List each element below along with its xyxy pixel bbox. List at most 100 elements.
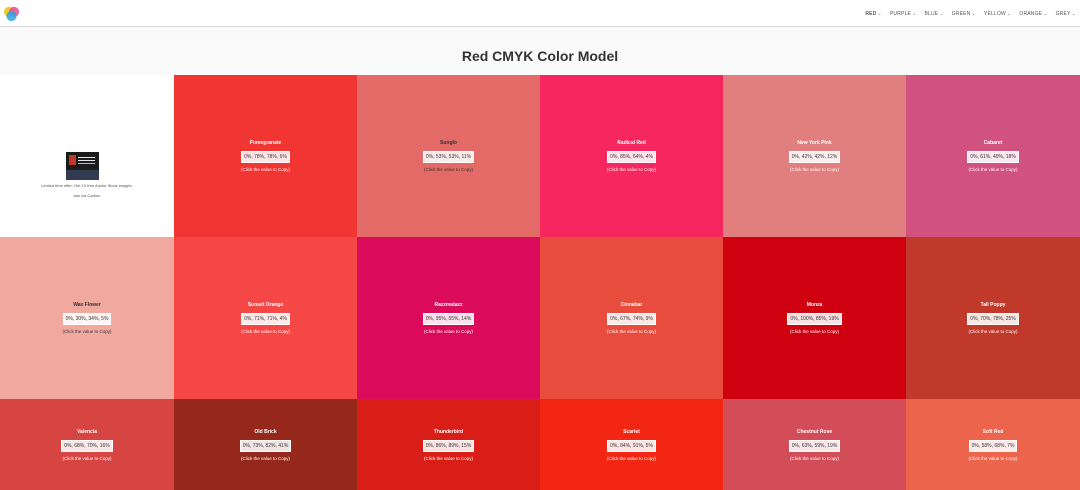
swatch-content: Wax Flower 0%, 30%, 34%, 5% (Click the val… [0, 302, 174, 334]
copy-hint: (Click the value to Copy) [606, 167, 657, 172]
color-swatch-monza[interactable]: Monza 0%, 100%, 85%, 19% (Click the value … [723, 237, 906, 399]
copy-hint: (Click the value to Copy) [968, 167, 1018, 172]
copy-hint: (Click the value to Copy) [606, 329, 657, 334]
swatch-content: Monza 0%, 100%, 85%, 19% (Click the value … [723, 302, 906, 334]
color-name: Cinnabar [620, 302, 643, 308]
cmyk-value-button[interactable]: 0%, 73%, 82%, 41% [239, 439, 292, 452]
swatch-content: Sunset Orange 0%, 71%, 71%, 4% (Click the … [174, 302, 357, 334]
color-swatch-chestnut-rose[interactable]: Chestnut Rose 0%, 63%, 59%, 19% (Click the… [723, 399, 906, 490]
color-name: Cabaret [983, 140, 1003, 146]
color-swatch-razzmatazz[interactable]: Razzmatazz 0%, 95%, 55%, 14% (Click the va… [357, 237, 540, 399]
nav-item-label: ORANGE [1019, 10, 1043, 17]
copy-hint: (Click the value to Copy) [240, 455, 291, 461]
cmyk-value-button[interactable]: 0%, 30%, 34%, 5% [62, 313, 112, 325]
swatch-content: Chestnut Rose 0%, 63%, 59%, 19% (Click the… [723, 429, 906, 461]
color-swatch-tall-poppy[interactable]: Tall Poppy 0%, 70%, 78%, 25% (Click the va… [906, 237, 1080, 399]
color-swatch-cinnabar[interactable]: Cinnabar 0%, 67%, 74%, 9% (Click the value… [540, 237, 723, 399]
cmyk-value-button[interactable]: 0%, 58%, 68%, 7% [968, 439, 1018, 452]
cmyk-value-button[interactable]: 0%, 84%, 91%, 5% [607, 439, 656, 452]
copy-hint: (Click the value to Copy) [789, 455, 840, 461]
nav-item-yellow[interactable]: YELLOW ⌄ [984, 11, 1011, 17]
site-logo-icon[interactable] [3, 5, 20, 22]
color-name: Wax Flower [73, 302, 101, 308]
copy-hint: (Click the value to Copy) [62, 329, 112, 334]
chevron-down-icon: ⌄ [971, 10, 976, 17]
nav-item-grey[interactable]: GREY ⌄ [1056, 11, 1076, 17]
cmyk-value-button[interactable]: 0%, 78%, 78%, 6% [241, 151, 290, 163]
cmyk-value-button[interactable]: 0%, 63%, 59%, 19% [788, 439, 841, 452]
swatch-content: Soft Red 0%, 58%, 68%, 7% (Click the value… [906, 429, 1080, 461]
color-name: New York Pink [797, 140, 832, 146]
copy-hint: (Click the value to Copy) [423, 329, 474, 334]
color-swatch-sunglo[interactable]: Sunglo 0%, 53%, 53%, 11% (Click the value … [357, 75, 540, 237]
copy-hint: (Click the value to Copy) [606, 455, 657, 461]
color-swatch-thunderbird[interactable]: Thunderbird 0%, 86%, 89%, 15% (Click the v… [357, 399, 540, 490]
color-name: Chestnut Rose [796, 428, 833, 435]
cmyk-value-button[interactable]: 0%, 100%, 85%, 19% [787, 313, 842, 325]
ad-attribution-link[interactable]: ads via Carbon [0, 193, 174, 198]
swatch-content: Cinnabar 0%, 67%, 74%, 9% (Click the value… [540, 302, 723, 334]
cmyk-value-button[interactable]: 0%, 70%, 78%, 25% [967, 313, 1019, 325]
cmyk-value-button[interactable]: 0%, 86%, 89%, 15% [422, 439, 475, 452]
nav-item-label: YELLOW [983, 10, 1006, 17]
color-name: Soft Red [982, 428, 1004, 435]
color-swatch-new-york-pink[interactable]: New York Pink 0%, 42%, 42%, 12% (Click the… [723, 75, 906, 237]
cmyk-value-button[interactable]: 0%, 71%, 71%, 4% [241, 313, 290, 325]
color-name: Old Brick [254, 428, 277, 435]
color-swatch-soft-red[interactable]: Soft Red 0%, 58%, 68%, 7% (Click the value… [906, 399, 1080, 490]
ad-image[interactable] [66, 152, 99, 180]
color-swatch-pomegranate[interactable]: Pomegranate 0%, 78%, 78%, 6% (Click the va… [174, 75, 357, 237]
nav-item-label: RED [865, 10, 877, 17]
swatch-content: Thunderbird 0%, 86%, 89%, 15% (Click the v… [357, 429, 540, 461]
color-name: Sunset Orange [247, 302, 284, 308]
swatch-content: Razzmatazz 0%, 95%, 55%, 14% (Click the va… [357, 302, 540, 334]
chevron-down-icon: ⌄ [1043, 10, 1048, 17]
swatch-content: Valencia 0%, 68%, 70%, 16% (Click the valu… [0, 429, 174, 461]
color-name: Sunglo [440, 140, 457, 146]
swatch-content: Old Brick 0%, 73%, 82%, 41% (Click the val… [174, 429, 357, 461]
color-swatch-radical-red[interactable]: Radical Red 0%, 85%, 64%, 4% (Click the va… [540, 75, 723, 237]
color-name: Tall Poppy [980, 302, 1006, 308]
color-name: Thunderbird [433, 428, 464, 435]
color-swatch-cabaret[interactable]: Cabaret 0%, 61%, 40%, 18% (Click the value… [906, 75, 1080, 237]
cmyk-value-button[interactable]: 0%, 85%, 64%, 4% [607, 151, 656, 163]
cmyk-value-button[interactable]: 0%, 53%, 53%, 11% [422, 151, 475, 163]
color-name: Pomegranate [249, 140, 282, 146]
copy-hint: (Click the value to Copy) [240, 329, 291, 334]
page-title: Red CMYK Color Model [461, 48, 619, 64]
carbon-ad: Limited time offer: Get 10 free Adobe St… [0, 75, 174, 237]
chevron-down-icon: ⌄ [1006, 10, 1012, 17]
swatch-content: Pomegranate 0%, 78%, 78%, 6% (Click the va… [174, 140, 357, 172]
nav-item-blue[interactable]: BLUE ⌄ [924, 11, 943, 17]
cmyk-value-button[interactable]: 0%, 95%, 55%, 14% [422, 313, 475, 325]
chevron-down-icon: ⌄ [912, 10, 917, 17]
nav-item-green[interactable]: GREEN ⌄ [952, 11, 976, 17]
chevron-down-icon: ⌄ [877, 10, 882, 17]
color-name: Scarlet [623, 428, 640, 435]
swatch-content: Radical Red 0%, 85%, 64%, 4% (Click the va… [540, 140, 723, 172]
nav-item-orange[interactable]: ORANGE ⌄ [1019, 11, 1047, 17]
cmyk-value-button[interactable]: 0%, 61%, 40%, 18% [967, 151, 1019, 163]
color-swatch-old-brick[interactable]: Old Brick 0%, 73%, 82%, 41% (Click the val… [174, 399, 357, 490]
cmyk-value-button[interactable]: 0%, 67%, 74%, 9% [607, 313, 656, 325]
cmyk-value-button[interactable]: 0%, 42%, 42%, 12% [788, 151, 841, 163]
color-swatch-wax-flower[interactable]: Wax Flower 0%, 30%, 34%, 5% (Click the val… [0, 237, 174, 399]
copy-hint: (Click the value to Copy) [240, 167, 291, 172]
copy-hint: (Click the value to Copy) [968, 455, 1018, 461]
color-swatch-valencia[interactable]: Valencia 0%, 68%, 70%, 16% (Click the valu… [0, 399, 174, 490]
color-swatch-sunset-orange[interactable]: Sunset Orange 0%, 71%, 71%, 4% (Click the … [174, 237, 357, 399]
chevron-down-icon: ⌄ [1071, 10, 1076, 17]
ad-text[interactable]: Limited time offer: Get 10 free Adobe St… [0, 183, 174, 188]
swatch-content: New York Pink 0%, 42%, 42%, 12% (Click the… [723, 140, 906, 172]
swatch-content: Scarlet 0%, 84%, 91%, 5% (Click the value … [540, 429, 723, 461]
nav-item-label: GREY [1055, 10, 1071, 17]
swatch-content: Tall Poppy 0%, 70%, 78%, 25% (Click the va… [906, 302, 1080, 334]
nav-item-red[interactable]: RED ⌄ [865, 11, 882, 17]
color-name: Valencia [76, 428, 97, 435]
cmyk-value-button[interactable]: 0%, 68%, 70%, 16% [61, 439, 113, 452]
color-swatch-scarlet[interactable]: Scarlet 0%, 84%, 91%, 5% (Click the value … [540, 399, 723, 490]
copy-hint: (Click the value to Copy) [423, 455, 474, 461]
color-swatch-grid: Limited time offer: Get 10 free Adobe St… [0, 75, 1080, 490]
nav-item-purple[interactable]: PURPLE ⌄ [890, 11, 917, 17]
nav-item-label: BLUE [924, 10, 939, 17]
